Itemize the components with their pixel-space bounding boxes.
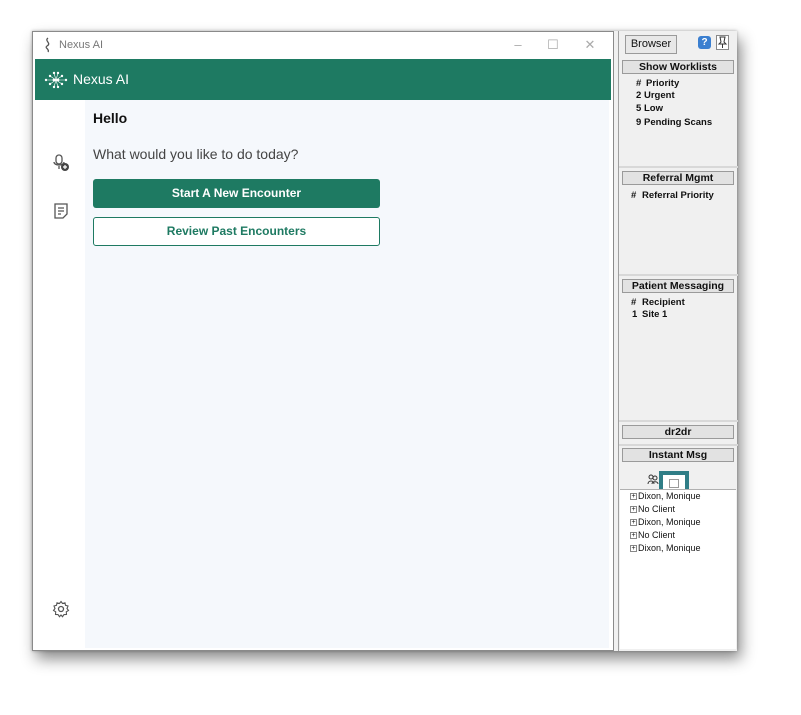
section-divider xyxy=(619,444,738,446)
greeting-heading: Hello xyxy=(93,110,128,126)
expand-icon[interactable]: + xyxy=(630,545,637,553)
notes-icon[interactable] xyxy=(52,202,70,220)
nexus-ai-window: Nexus AI – ☐ ✕ Nexus AI Hello What would… xyxy=(32,31,614,651)
tree-item-label: No Client xyxy=(638,504,676,514)
expand-icon[interactable]: + xyxy=(630,519,637,527)
worklist-item-pending-scans[interactable]: Pending Scans xyxy=(644,117,712,128)
tree-item-label: Dixon, Monique xyxy=(638,517,701,527)
microphone-add-icon[interactable] xyxy=(52,154,70,172)
brand-header: Nexus AI xyxy=(35,59,611,100)
instant-msg-toolbar xyxy=(622,469,734,495)
contact-tree: + Dixon, Monique + No Client + Dixon, Moniq… xyxy=(620,489,736,649)
screenshot-stage: Nexus AI – ☐ ✕ Nexus AI Hello What would… xyxy=(0,0,801,715)
messaging-column-label: Recipient xyxy=(642,297,685,308)
dr2dr-header[interactable]: dr2dr xyxy=(622,425,734,439)
close-button[interactable]: ✕ xyxy=(576,36,604,54)
contacts-icon[interactable] xyxy=(647,473,659,485)
review-past-encounters-button[interactable]: Review Past Encounters xyxy=(93,217,380,246)
worklist-count: 9 xyxy=(636,117,642,128)
side-panel: Browser ? Show Worklists # Priority 2 Ur… xyxy=(618,31,738,651)
start-new-encounter-button[interactable]: Start A New Encounter xyxy=(93,179,380,208)
referral-mgmt-header[interactable]: Referral Mgmt xyxy=(622,171,734,185)
pushpin-icon xyxy=(717,36,728,48)
tree-item[interactable]: + Dixon, Monique xyxy=(630,543,701,553)
section-divider xyxy=(619,274,738,276)
worklist-count: 5 xyxy=(636,103,642,114)
patient-messaging-header[interactable]: Patient Messaging xyxy=(622,279,734,293)
title-bar: Nexus AI – ☐ ✕ xyxy=(33,32,613,59)
referral-hash: # xyxy=(631,190,637,201)
browser-button[interactable]: Browser xyxy=(625,35,677,54)
worklist-hash: # xyxy=(636,78,642,89)
tree-item-label: Dixon, Monique xyxy=(638,543,701,553)
tree-item[interactable]: + No Client xyxy=(630,504,675,514)
minimize-button[interactable]: – xyxy=(504,36,532,54)
window-title: Nexus AI xyxy=(59,39,104,51)
tree-item[interactable]: + No Client xyxy=(630,530,675,540)
worklist-column-label: Priority xyxy=(646,78,680,89)
worklist-item-low[interactable]: Low xyxy=(644,103,663,114)
brand-name: Nexus AI xyxy=(73,71,130,87)
show-worklists-header[interactable]: Show Worklists xyxy=(622,60,734,74)
pin-icon[interactable] xyxy=(716,35,729,50)
app-logo-icon xyxy=(45,37,50,53)
main-content: Hello What would you like to do today? S… xyxy=(85,100,609,648)
tree-item-label: Dixon, Monique xyxy=(638,491,701,501)
worklist-item-urgent[interactable]: Urgent xyxy=(644,90,675,101)
messaging-count: 1 xyxy=(632,309,638,320)
messaging-item-site-1[interactable]: Site 1 xyxy=(642,309,667,320)
tree-item-label: No Client xyxy=(638,530,676,540)
instant-msg-header[interactable]: Instant Msg xyxy=(622,448,734,462)
tree-item[interactable]: + Dixon, Monique xyxy=(630,491,701,501)
worklist-count: 2 xyxy=(636,90,642,101)
expand-icon[interactable]: + xyxy=(630,532,637,540)
maximize-button[interactable]: ☐ xyxy=(539,36,567,54)
expand-icon[interactable]: + xyxy=(630,493,637,501)
expand-icon[interactable]: + xyxy=(630,506,637,514)
settings-gear-icon[interactable] xyxy=(52,600,70,618)
prompt-text: What would you like to do today? xyxy=(93,146,299,162)
checkbox-square xyxy=(669,479,679,488)
left-rail xyxy=(35,100,85,648)
section-divider xyxy=(619,166,738,168)
section-divider xyxy=(619,420,738,422)
help-icon[interactable]: ? xyxy=(698,36,711,49)
messaging-hash: # xyxy=(631,297,637,308)
tree-item[interactable]: + Dixon, Monique xyxy=(630,517,701,527)
nexus-logo-icon xyxy=(44,71,68,89)
referral-column-label: Referral Priority xyxy=(642,190,714,201)
